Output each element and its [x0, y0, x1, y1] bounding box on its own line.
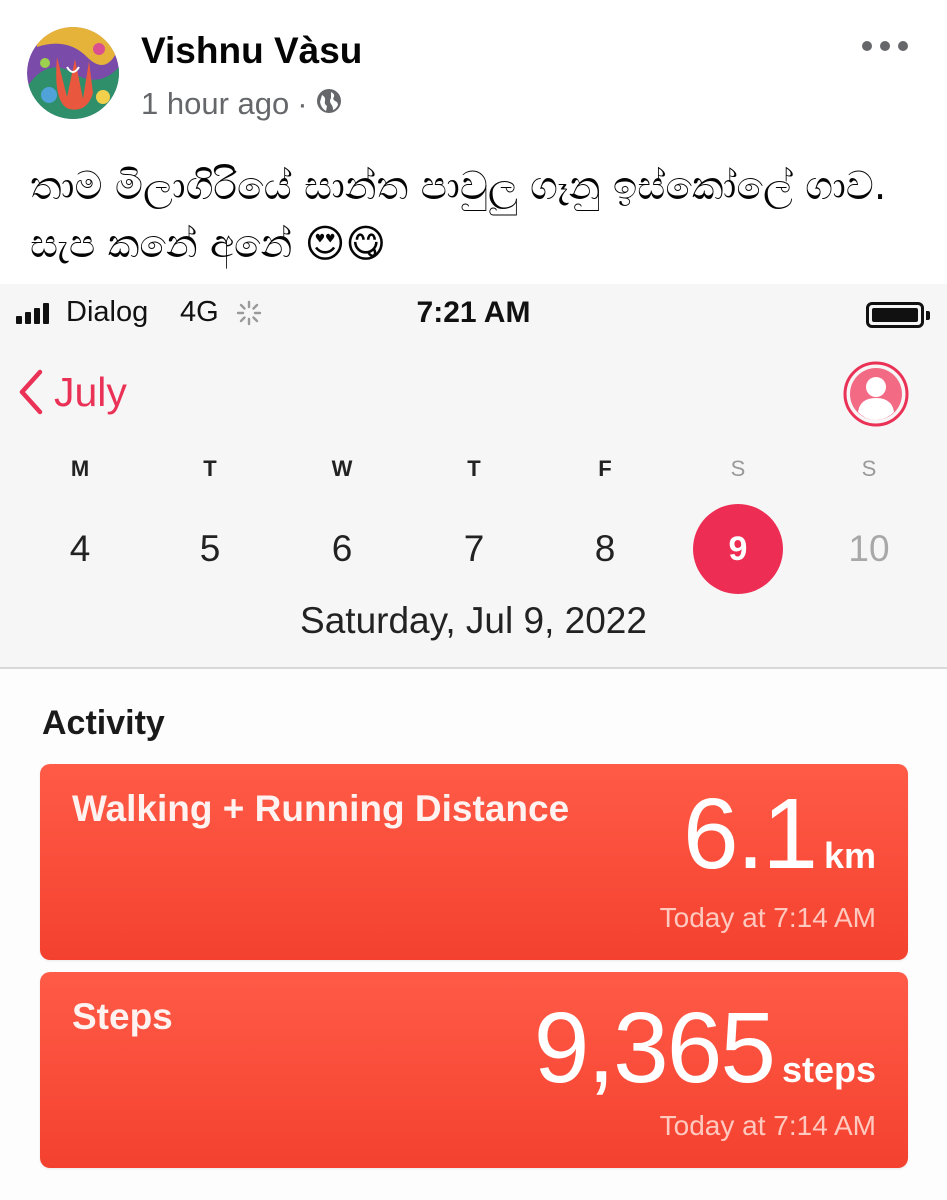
card-value: 6.1: [682, 778, 818, 890]
weekday-label: W: [331, 456, 353, 481]
date-cell[interactable]: 5: [165, 504, 255, 594]
card-value-row: 9,365 steps: [534, 998, 876, 1098]
post-header: Vishnu Vàsu 1 hour ago ·: [0, 0, 947, 140]
date-cell[interactable]: 6: [297, 504, 387, 594]
card-timestamp: Today at 7:14 AM: [659, 1110, 876, 1141]
more-options-button[interactable]: [862, 34, 908, 58]
date-cell[interactable]: 8: [560, 504, 650, 594]
activity-section-title: Activity: [42, 704, 165, 742]
date-cell-selected[interactable]: 9: [693, 504, 783, 594]
weekday-label: T: [203, 456, 217, 481]
card-value-row: 6.1 km: [683, 784, 876, 884]
facebook-post: Vishnu Vàsu 1 hour ago · තාම මිලාගිරියේ …: [0, 0, 947, 1200]
weekday-label: T: [467, 456, 481, 481]
post-text: තාම මිලාගිරියේ සාන්ත පාවුලු ගෑනු ඉස්කෝලේ…: [30, 164, 887, 267]
avatar[interactable]: [27, 27, 119, 119]
card-unit: steps: [781, 1049, 876, 1090]
date-cell[interactable]: 4: [35, 504, 125, 594]
more-horizontal-icon: [862, 41, 872, 51]
card-timestamp: Today at 7:14 AM: [659, 902, 876, 933]
selected-date-label: Saturday, Jul 9, 2022: [300, 600, 647, 641]
weekday-label: M: [70, 456, 90, 481]
weekday-label: S: [730, 456, 746, 481]
steps-card[interactable]: Steps 9,365 steps Today at 7:14 AM: [40, 972, 908, 1168]
profile-button[interactable]: [842, 360, 910, 428]
weekday-label: F: [598, 456, 612, 481]
more-dot: [898, 41, 908, 51]
card-title: Steps: [72, 996, 173, 1037]
date-cell[interactable]: 10: [824, 504, 914, 594]
walking-running-distance-card[interactable]: Walking + Running Distance 6.1 km Today …: [40, 764, 908, 960]
weekday-header: M T W T F S S: [0, 456, 947, 486]
date-cell[interactable]: 7: [429, 504, 519, 594]
status-time: 7:21 AM: [416, 296, 531, 329]
chevron-left-icon: [19, 369, 43, 415]
attached-screenshot[interactable]: Dialog 4G 7:21 AM July M T W T F S S 4 5…: [0, 284, 947, 1200]
card-value: 9,365: [533, 992, 776, 1104]
card-title: Walking + Running Distance: [72, 788, 570, 829]
weekday-label: S: [861, 456, 877, 481]
back-button[interactable]: July: [18, 362, 127, 422]
battery-icon: [866, 302, 930, 328]
globe-icon[interactable]: [316, 86, 342, 122]
week-date-strip: 4 5 6 7 8 9 10: [0, 504, 947, 594]
meta-separator: ·: [297, 86, 308, 121]
more-dot: [880, 41, 890, 51]
card-unit: km: [823, 835, 876, 876]
post-timestamp[interactable]: 1 hour ago: [141, 86, 289, 122]
avatar-image: [27, 27, 119, 119]
profile-icon: [843, 361, 909, 427]
back-button-label: July: [54, 368, 127, 415]
author-name[interactable]: Vishnu Vàsu: [141, 30, 362, 72]
status-bar: Dialog 4G 7:21 AM: [0, 284, 947, 342]
post-meta: 1 hour ago ·: [141, 86, 342, 122]
